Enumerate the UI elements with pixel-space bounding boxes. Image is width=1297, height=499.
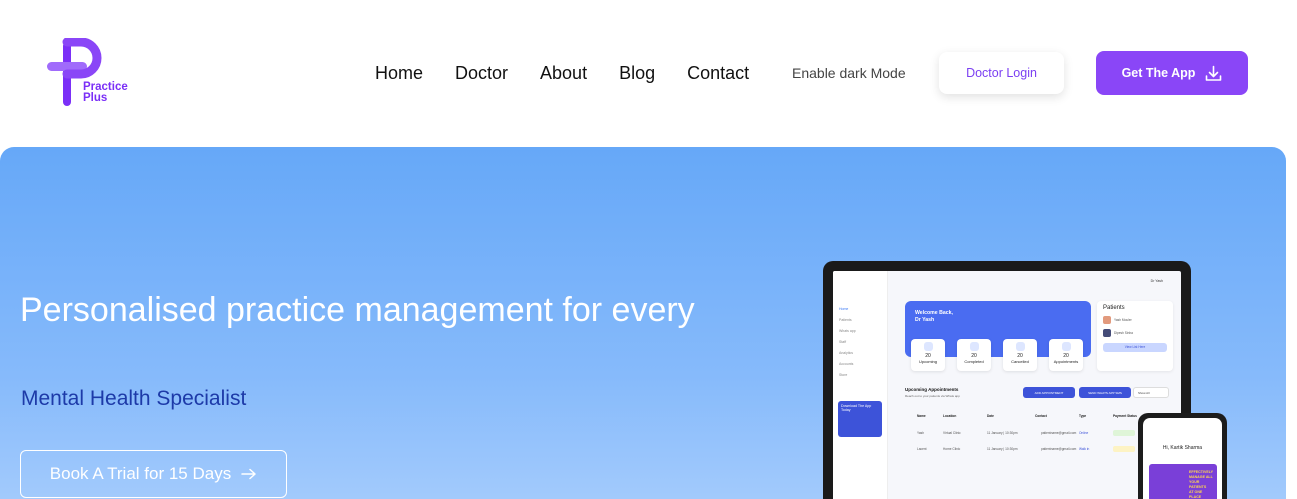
mockup-stat-completed: 20 Completed	[957, 339, 991, 371]
phone-promo-card: EFFECTIVELY MANAGE ALL YOUR PATIENTS AT …	[1149, 464, 1217, 499]
mockup-stat-appointments: 20 Appointments	[1049, 339, 1083, 371]
mockup-sidebar-item: Analytics	[839, 351, 854, 355]
mockup-table-header-cell: Contact	[1035, 414, 1047, 418]
arrow-right-icon	[241, 468, 256, 480]
phone-screenshot: Hi, Kartik Sharma EFFECTIVELY MANAGE ALL…	[1143, 418, 1222, 499]
mockup-sidebar: Home Patients Whats app Staff Analytics …	[833, 271, 888, 499]
hero-section: Personalised practice management for eve…	[0, 147, 1286, 499]
mockup-send-whatsapp-button: SEND WHATS APP SMS	[1079, 387, 1131, 398]
mockup-table-header-cell: Name	[917, 414, 926, 418]
logo-line-2: Plus	[83, 92, 108, 104]
mockup-stat-label: Appointments	[1053, 359, 1079, 364]
avatar	[1103, 329, 1111, 337]
mockup-table-header-cell: Date	[987, 414, 994, 418]
mockup-patient-name: Dipesh Sinha	[1114, 331, 1133, 335]
mockup-cell-location: Home Clinic	[943, 447, 961, 451]
landing-page: Practice Plus Home Doctor About Blog Con…	[0, 0, 1297, 499]
mockup-cell-contact: patientname@gmail.com	[1041, 447, 1077, 451]
mockup-appointments-title: Upcoming Appointments	[905, 387, 959, 392]
mockup-sidebar-item: Store	[839, 373, 848, 377]
mockup-sidebar-item: Whats app	[839, 329, 856, 333]
mockup-sidebar-item: Home	[839, 307, 849, 311]
phone-mockup: Hi, Kartik Sharma EFFECTIVELY MANAGE ALL…	[1138, 413, 1227, 499]
check-icon	[969, 342, 979, 351]
nav-about[interactable]: About	[540, 63, 587, 84]
mockup-view-list-button: View List Here	[1103, 343, 1167, 352]
mockup-cell-type: Walk in	[1079, 447, 1090, 451]
avatar	[1103, 316, 1111, 324]
phone-card-line: MANAGE ALL YOUR	[1189, 475, 1213, 484]
nav-home[interactable]: Home	[375, 63, 423, 84]
cross-icon	[1015, 342, 1025, 351]
hero-subtitle: Mental Health Specialist	[21, 387, 247, 410]
mockup-cell-name: Yash	[917, 431, 925, 435]
mockup-sidebar-item: Patients	[839, 318, 852, 322]
book-trial-button[interactable]: Book A Trial for 15 Days	[20, 450, 287, 498]
phone-card-line: AT ONE PLACE	[1189, 490, 1203, 499]
mockup-patient-row: Yash Mouler	[1103, 316, 1167, 324]
main-nav: Home Doctor About Blog Contact	[375, 63, 781, 84]
book-trial-label: Book A Trial for 15 Days	[49, 464, 232, 483]
mockup-table-header-cell: Location	[943, 414, 957, 418]
get-the-app-button[interactable]: Get The App	[1096, 51, 1248, 95]
mockup-sidebar-item: Staff	[839, 340, 847, 344]
nav-contact[interactable]: Contact	[687, 63, 749, 84]
mockup-download-card: Download The App Today	[838, 401, 882, 437]
mockup-stat-label: Cancelled	[1011, 359, 1029, 364]
mockup-cell-name: Lacent	[917, 447, 927, 451]
nav-blog[interactable]: Blog	[619, 63, 655, 84]
doctor-login-button[interactable]: Doctor Login	[939, 52, 1064, 94]
dark-mode-toggle[interactable]: Enable dark Mode	[792, 65, 906, 81]
mockup-stat-label: Upcoming	[918, 359, 937, 364]
laptop-mockup: Home Patients Whats app Staff Analytics …	[823, 261, 1191, 499]
mockup-patients-card: Patients Yash Mouler Dipesh Sinha View L…	[1097, 301, 1173, 371]
mockup-cell-location: Virtual Clinic	[943, 431, 961, 435]
mockup-patient-row: Dipesh Sinha	[1103, 329, 1167, 337]
mockup-cell-type: Online	[1079, 431, 1089, 435]
practice-plus-logo[interactable]: Practice Plus	[47, 38, 147, 108]
mockup-stat-cancelled: 20 Cancelled	[1003, 339, 1037, 371]
mockup-sidebar-item: Accounts	[839, 362, 854, 366]
mockup-welcome-line-1: Welcome Back,	[915, 310, 953, 316]
site-header: Practice Plus Home Doctor About Blog Con…	[0, 0, 1297, 147]
dashboard-screenshot: Home Patients Whats app Staff Analytics …	[833, 271, 1181, 499]
download-icon	[1206, 65, 1222, 81]
calendar-icon	[923, 342, 933, 351]
mockup-table-header-cell: Payment Status	[1113, 414, 1137, 418]
mockup-welcome-line-2: Dr Yash	[915, 317, 935, 323]
status-badge	[1113, 446, 1135, 452]
mockup-cell-contact: patientname@gmail.com	[1041, 431, 1077, 435]
mockup-patients-title: Patients	[1103, 305, 1125, 311]
mockup-cell-date: 11 January | 10:30pm	[987, 447, 1018, 451]
doctor-login-label: Doctor Login	[966, 66, 1037, 80]
mockup-table-header-cell: Type	[1079, 414, 1087, 418]
appointment-icon	[1061, 342, 1071, 351]
nav-doctor[interactable]: Doctor	[455, 63, 508, 84]
mockup-stat-label: Completed	[964, 359, 984, 364]
mockup-filter-select: Show All	[1133, 387, 1169, 398]
get-the-app-label: Get The App	[1121, 66, 1196, 80]
mockup-doctor-name: Dr Yash	[1150, 279, 1163, 283]
mockup-add-appointment-button: ADD APPOINTMENT	[1023, 387, 1075, 398]
logo-wordmark: Practice Plus	[83, 81, 128, 104]
mockup-patient-name: Yash Mouler	[1114, 318, 1132, 322]
mockup-cell-date: 11 January | 10:30pm	[987, 431, 1018, 435]
hero-title: Personalised practice management for eve…	[20, 291, 695, 329]
phone-greeting: Hi, Kartik Sharma	[1162, 445, 1203, 451]
status-badge	[1113, 430, 1135, 436]
mockup-stat-upcoming: 20 Upcoming	[911, 339, 945, 371]
mockup-appointments-subtitle: Reach out to your patients via Whats app	[905, 394, 960, 398]
